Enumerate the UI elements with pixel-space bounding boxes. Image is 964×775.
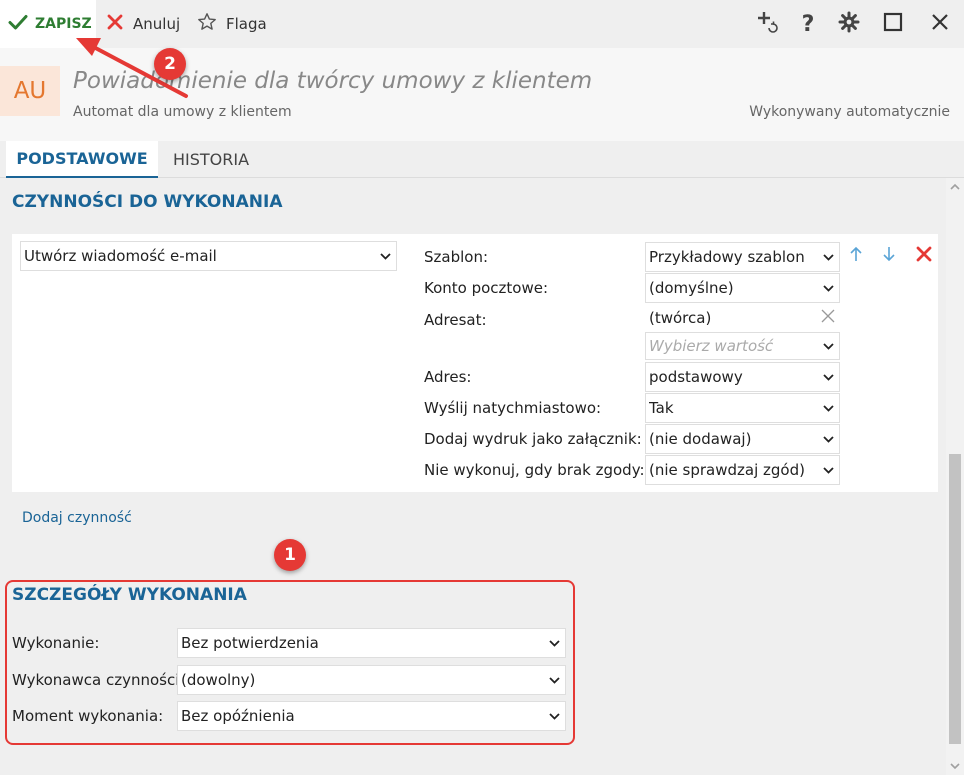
add-subtask-button[interactable] [748,0,788,48]
chevron-down-icon [817,333,839,359]
scroll-down-arrow[interactable] [946,758,964,774]
recipient-placeholder: Wybierz wartość [649,337,774,355]
no-consent-label: Nie wykonuj, gdy brak zgody: [424,461,645,479]
arrow-down-icon [882,246,896,266]
chevron-down-icon [817,394,839,422]
chevron-down-icon [817,243,839,271]
action-type-select[interactable]: Utwórz wiadomość e-mail [20,241,397,271]
remove-recipient-button[interactable] [817,305,839,331]
scrollbar[interactable] [946,178,964,775]
recipient-chip: (twórca) [645,304,840,332]
scroll-up-arrow[interactable] [946,178,964,194]
close-icon [106,13,124,35]
send-now-select[interactable]: Tak [645,393,840,423]
flag-button[interactable]: Flaga [197,0,267,48]
template-value: Przykładowy szablon [649,248,805,266]
close-icon [916,246,932,266]
chevron-down-icon [817,425,839,453]
add-action-link[interactable]: Dodaj czynność [22,510,132,526]
send-now-label: Wyślij natychmiastowo: [424,399,602,417]
address-label: Adres: [424,368,472,386]
maximize-button[interactable] [873,0,913,48]
plus-refresh-icon [756,10,780,38]
template-label: Szablon: [424,248,489,266]
chevron-down-icon [817,363,839,391]
recipient-picker[interactable]: Wybierz wartość [645,332,840,360]
annotation-badge-1: 1 [274,539,306,571]
move-down-button[interactable] [879,246,899,266]
star-icon [197,12,217,36]
checkmark-icon [8,12,28,36]
tab-history[interactable]: HISTORIA [173,141,249,178]
close-icon [821,309,835,327]
help-button[interactable]: ? [788,0,828,48]
recipient-value: (twórca) [649,309,712,327]
close-icon [931,13,949,35]
scrollbar-thumb[interactable] [949,454,961,744]
address-value: podstawowy [649,368,743,386]
account-label: Konto pocztowe: [424,279,549,297]
arrow-up-icon [849,246,863,266]
settings-button[interactable] [829,0,869,48]
execution-highlight-box [5,580,575,745]
chevron-down-icon [374,242,396,270]
execution-status: Wykonywany automatycznie [749,104,950,120]
page-subtitle: Automat dla umowy z klientem [73,104,292,120]
flag-label: Flaga [226,15,267,33]
annotation-badge-2: 2 [154,48,186,80]
avatar: AU [0,66,60,116]
save-button[interactable]: ZAPISZ [0,0,96,48]
chevron-down-icon [817,456,839,484]
save-label: ZAPISZ [35,16,92,32]
maximize-icon [883,12,903,36]
delete-action-button[interactable] [914,246,934,266]
no-consent-value: (nie sprawdzaj zgód) [649,461,805,479]
attach-print-value: (nie dodawaj) [649,430,752,448]
address-select[interactable]: podstawowy [645,362,840,392]
cancel-button[interactable]: Anuluj [106,0,180,48]
action-type-value: Utwórz wiadomość e-mail [24,247,217,265]
no-consent-select[interactable]: (nie sprawdzaj zgód) [645,455,840,485]
tab-basic[interactable]: PODSTAWOWE [6,141,158,178]
page-title: Powiadomienie dla twórcy umowy z kliente… [73,68,593,94]
attach-print-select[interactable]: (nie dodawaj) [645,424,840,454]
account-value: (domyślne) [649,279,734,297]
recipient-label: Adresat: [424,311,487,329]
send-now-value: Tak [649,399,674,417]
toolbar: ZAPISZ Anuluj Flaga ? [0,0,964,48]
chevron-down-icon [817,274,839,302]
tab-bar: PODSTAWOWE HISTORIA [0,141,964,178]
account-select[interactable]: (domyślne) [645,273,840,303]
record-header: AU Powiadomienie dla twórcy umowy z klie… [0,48,964,141]
action-card: Utwórz wiadomość e-mail Szablon: Przykła… [12,234,938,492]
cancel-label: Anuluj [133,15,181,33]
attach-print-label: Dodaj wydruk jako załącznik: [424,430,642,448]
template-select[interactable]: Przykładowy szablon [645,242,840,272]
gear-icon [838,11,860,37]
actions-section-title: CZYNNOŚCI DO WYKONANIA [12,192,283,212]
close-window-button[interactable] [920,0,960,48]
question-icon: ? [801,11,815,37]
move-up-button[interactable] [846,246,866,266]
